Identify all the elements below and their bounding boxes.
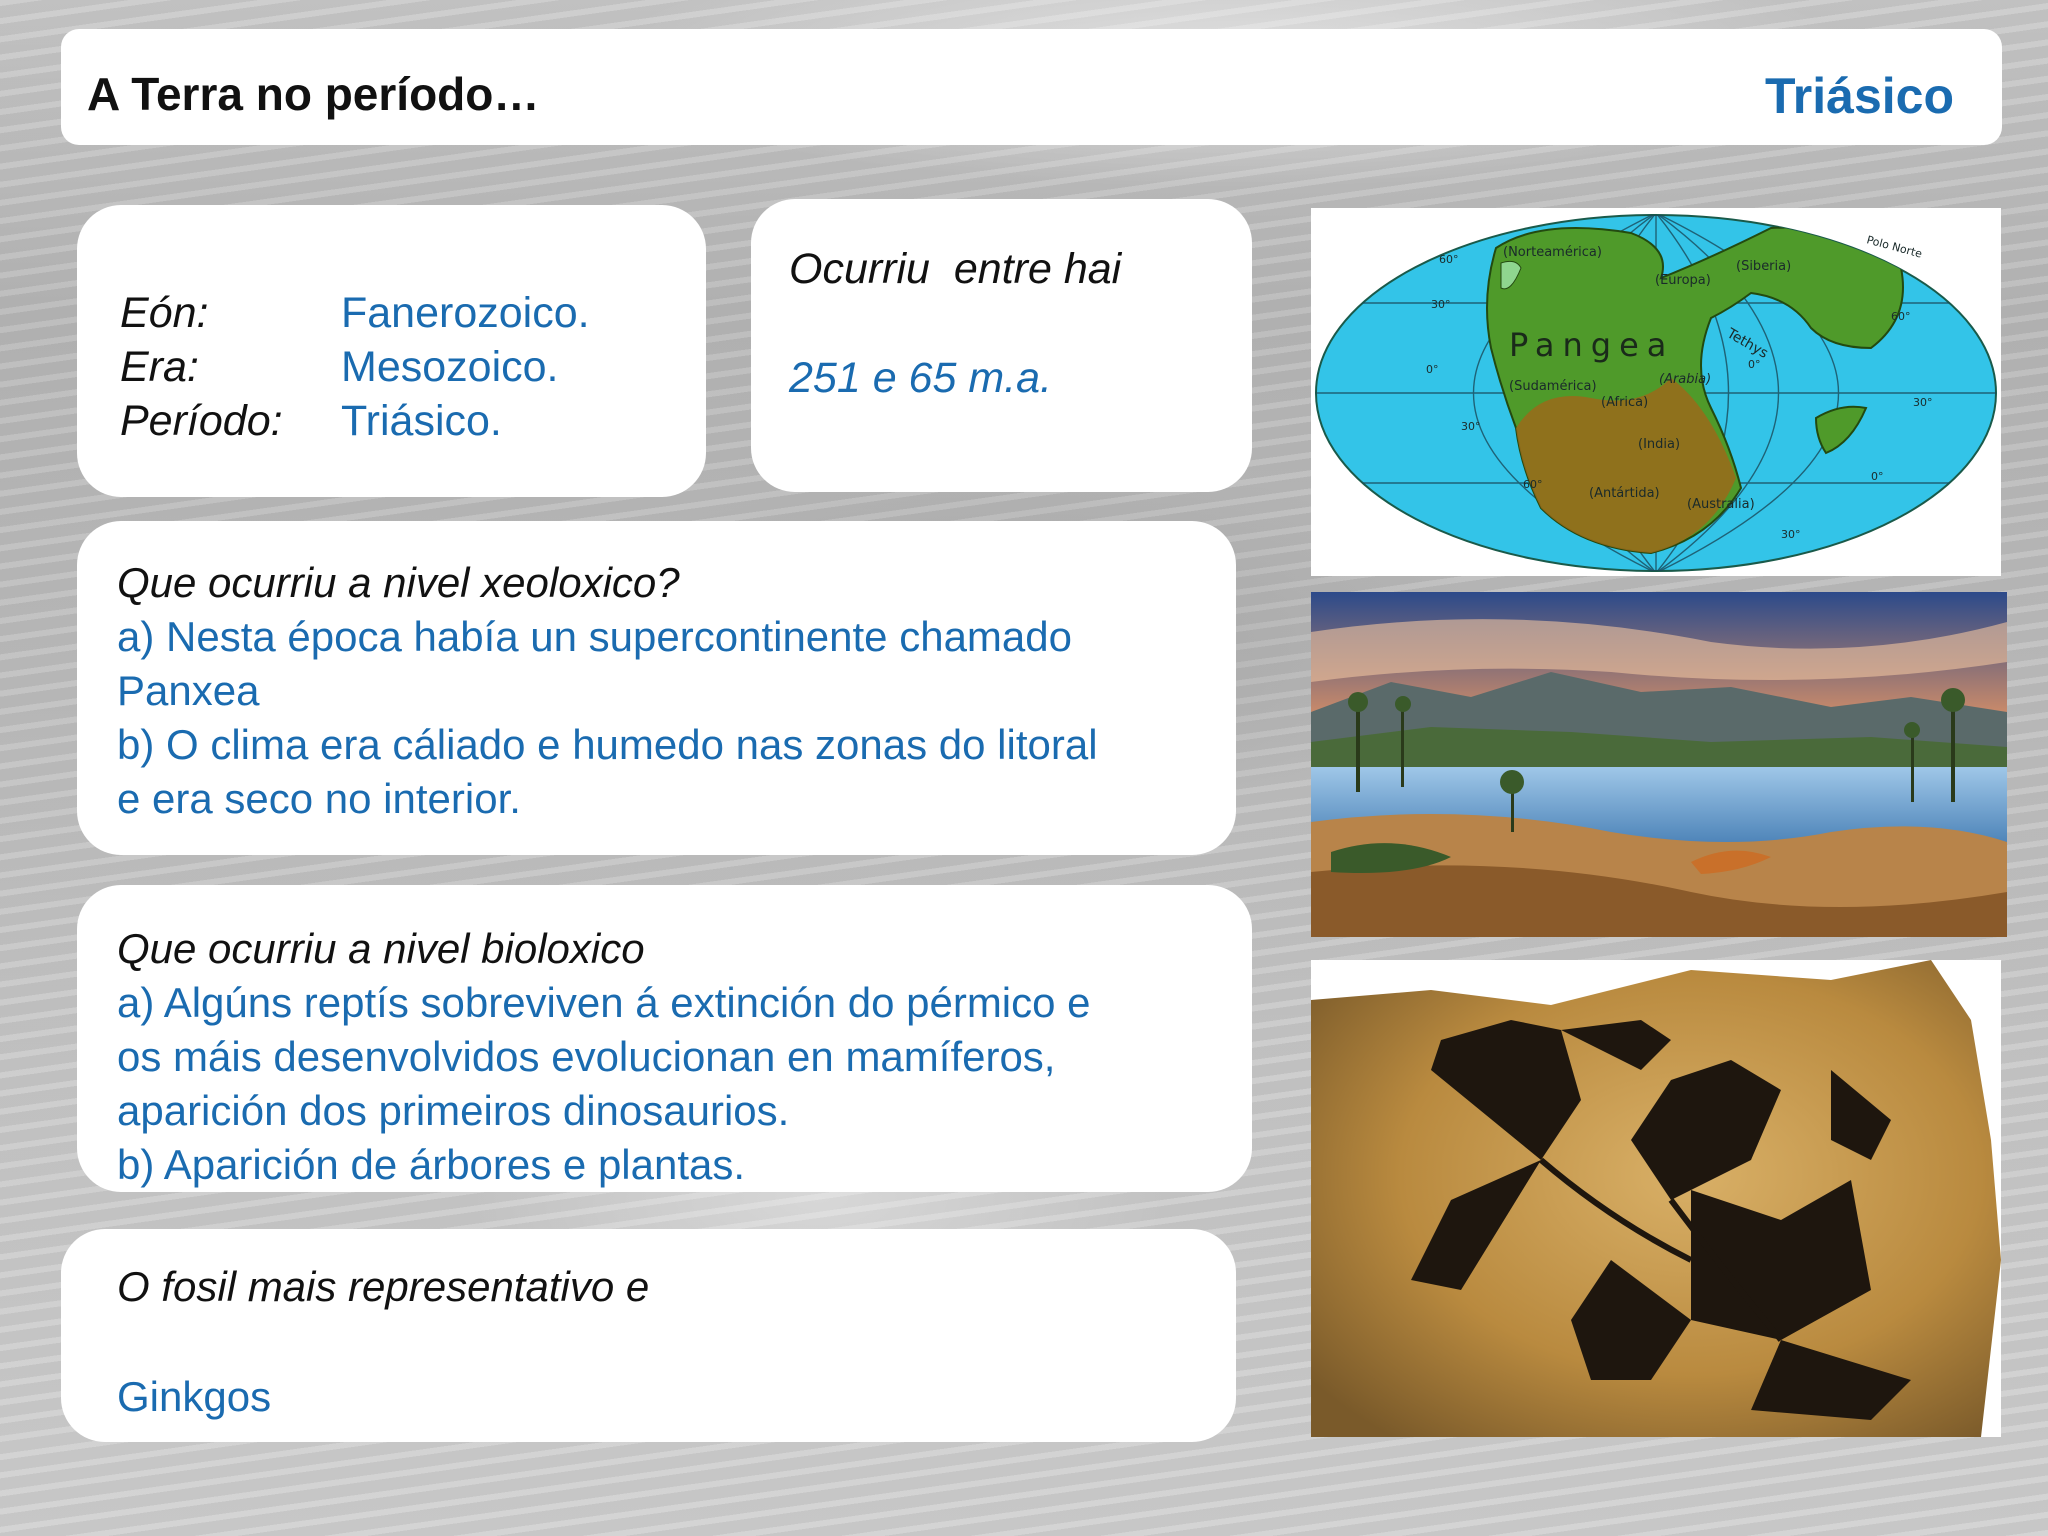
biology-text: Que ocurriu a nivel bioloxico a) Algúns … [117,922,1212,1192]
map-label: (Antártida) [1589,486,1660,501]
fossil-value: Ginkgos [117,1373,272,1420]
map-title: Pangea [1509,326,1674,364]
biology-line: os máis desenvolvidos evolucionan en mam… [117,1033,1056,1080]
geology-line: b) O clima era cáliado e humedo nas zona… [117,721,1098,768]
geology-line: a) Nesta época había un supercontinente … [117,613,1072,660]
fossil-card: O fosil mais representativo e Ginkgos [61,1229,1236,1442]
geology-question: Que ocurriu a nivel xeoloxico? [117,559,680,606]
triassic-landscape-image [1311,592,2007,937]
map-label: (Sudamérica) [1509,379,1597,394]
map-degree: 60° [1523,478,1543,491]
ginkgo-fossil-image [1311,960,2001,1437]
map-label: (India) [1638,437,1680,452]
geology-text: Que ocurriu a nivel xeoloxico? a) Nesta … [117,556,1196,826]
geology-line: e era seco no interior. [117,775,521,822]
map-label: (Africa) [1601,395,1648,410]
map-degree: 30° [1913,396,1933,409]
classification-card: Eón: Fanerozoico. Era: Mesozoico. Períod… [77,205,706,497]
page-title: A Terra no período… [87,68,540,120]
map-degree: 30° [1461,420,1481,433]
biology-card: Que ocurriu a nivel bioloxico a) Algúns … [77,885,1252,1192]
map-label: (Arabia) [1659,372,1711,387]
pangea-map-image: (Norteamérica) (Europa) (Siberia) (Sudam… [1311,208,2001,576]
title-bar: A Terra no período… Triásico [61,29,2002,145]
map-degree: 60° [1891,310,1911,323]
time-range-label: Ocurriu entre hai [789,245,1122,293]
fossil-illustration [1311,960,2001,1437]
biology-line: aparición dos primeiros dinosaurios. [117,1087,790,1134]
period-label: Período: [120,397,283,445]
map-label: (Siberia) [1736,259,1791,274]
map-degree: 30° [1431,298,1451,311]
period-name: Triásico [1765,68,1954,124]
map-degree: 0° [1871,470,1884,483]
map-label: (Australia) [1687,497,1755,512]
geology-line: Panxea [117,667,260,714]
map-label: (Europa) [1655,273,1711,288]
era-value: Mesozoico. [341,343,559,391]
biology-line: b) Aparición de árbores e plantas. [117,1141,746,1188]
period-value: Triásico. [341,397,502,445]
geology-card: Que ocurriu a nivel xeoloxico? a) Nesta … [77,521,1236,855]
era-label: Era: [120,343,199,391]
time-range-value: 251 e 65 m.a. [789,354,1052,402]
biology-line: a) Algúns reptís sobreviven á extinción … [117,979,1091,1026]
eon-value: Fanerozoico. [341,289,590,337]
map-degree: 0° [1748,358,1761,371]
eon-label: Eón: [120,289,209,337]
map-degree: 0° [1426,363,1439,376]
landscape-illustration [1311,592,2007,937]
time-range-card: Ocurriu entre hai 251 e 65 m.a. [751,199,1252,492]
pangea-map: (Norteamérica) (Europa) (Siberia) (Sudam… [1315,214,1997,572]
biology-question: Que ocurriu a nivel bioloxico [117,925,645,972]
fossil-label: O fosil mais representativo e [117,1263,650,1310]
map-label: (Norteamérica) [1503,245,1602,260]
map-degree: 60° [1439,253,1459,266]
map-degree: 30° [1781,528,1801,541]
